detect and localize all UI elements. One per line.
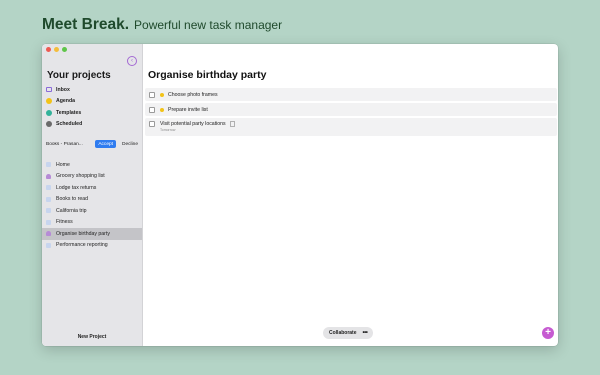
project-label: Books to read [56,196,89,203]
brand-subtitle: Powerful new task manager [134,18,283,32]
more-options-icon[interactable]: ••• [363,330,368,336]
task-checkbox[interactable] [149,121,155,127]
accept-invite-button[interactable]: Accept [95,140,116,148]
sidebar-item-fitness[interactable]: Fitness [42,217,142,229]
agenda-dot-icon [160,107,164,112]
task-checkbox[interactable] [149,91,155,98]
document-icon [46,162,51,168]
task-list: Choose photo frames Prepare invite list … [145,88,557,138]
sidebar-item-grocery-shopping-list[interactable]: Grocery shopping list [42,171,142,183]
app-window: ‹ Your projects Inbox Agenda Templates S… [42,44,558,346]
sidebar: ‹ Your projects Inbox Agenda Templates S… [42,44,143,346]
task-title-row: Visit potential party locations [160,121,235,127]
scheduled-icon [46,121,52,128]
project-invite: Books - Prasan... Accept Decline [46,138,140,150]
sidebar-item-agenda[interactable]: Agenda [45,96,139,108]
project-list: Home Grocery shopping list Lodge tax ret… [42,159,142,251]
project-label: California trip [56,207,87,214]
agenda-dot-icon [160,92,164,97]
sidebar-item-label: Templates [56,109,82,116]
invite-project-name: Books - Prasan... [46,141,83,147]
main-content: Organise birthday party Choose photo fra… [143,44,558,346]
sidebar-heading: Your projects [47,70,111,81]
sidebar-item-scheduled[interactable]: Scheduled [45,119,139,131]
inbox-icon [46,87,52,93]
sidebar-item-home[interactable]: Home [42,159,142,171]
task-title: Visit potential party locations [160,121,226,127]
task-checkbox[interactable] [149,106,155,113]
task-due-date: Tomorrow [160,128,176,132]
task-row[interactable]: Choose photo frames [145,88,557,101]
sidebar-item-label: Inbox [56,86,70,93]
project-label: Fitness [56,219,73,226]
project-label: Grocery shopping list [56,173,105,180]
sidebar-item-california-trip[interactable]: California trip [42,205,142,217]
people-icon [46,173,51,179]
hero-tagline: Meet Break. Powerful new task manager [42,16,282,38]
sidebar-item-inbox[interactable]: Inbox [45,84,139,96]
task-row[interactable]: Prepare invite list [145,103,557,116]
project-label: Organise birthday party [56,230,110,237]
minimize-window-button[interactable] [54,47,59,52]
document-icon [46,185,51,191]
sidebar-toggle-icon[interactable]: ‹ [127,56,137,66]
sidebar-item-label: Scheduled [56,121,83,128]
task-title: Prepare invite list [168,106,208,113]
sidebar-item-label: Agenda [56,98,76,105]
new-project-button[interactable]: New Project [42,334,142,340]
page-title: Organise birthday party [148,69,267,81]
sidebar-item-templates[interactable]: Templates [45,107,139,119]
task-title: Choose photo frames [168,91,218,98]
document-icon [46,208,51,214]
add-task-button[interactable]: + [542,327,554,339]
people-icon [46,231,51,237]
task-row[interactable]: Visit potential party locations Tomorrow [145,118,557,136]
collaborate-button[interactable]: Collaborate [329,330,357,336]
decline-invite-button[interactable]: Decline [120,140,140,148]
note-icon [229,121,235,127]
project-label: Home [56,161,70,168]
document-icon [46,242,51,248]
sidebar-item-books-to-read[interactable]: Books to read [42,194,142,206]
sidebar-item-performance-reporting[interactable]: Performance reporting [42,240,142,252]
zoom-window-button[interactable] [62,47,67,52]
document-icon [46,196,51,202]
bottom-toolbar: Collaborate ••• [323,327,374,339]
window-controls [46,47,67,52]
close-window-button[interactable] [46,47,51,52]
agenda-icon [46,98,52,105]
sidebar-nav: Inbox Agenda Templates Scheduled [45,84,139,130]
document-icon [46,219,51,225]
project-label: Performance reporting [56,242,108,249]
sidebar-item-lodge-tax-returns[interactable]: Lodge tax returns [42,182,142,194]
project-label: Lodge tax returns [56,184,97,191]
task-body: Visit potential party locations Tomorrow [160,121,235,132]
templates-icon [46,109,52,116]
brand-name: Meet Break. [42,16,130,33]
sidebar-item-organise-birthday-party[interactable]: Organise birthday party [42,228,142,240]
